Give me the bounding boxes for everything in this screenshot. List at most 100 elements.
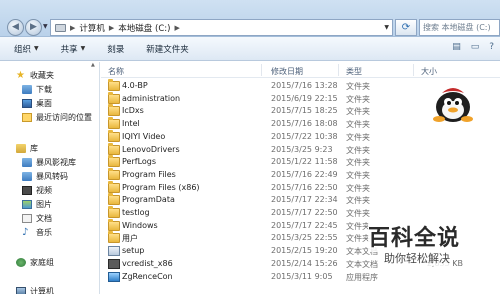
table-row[interactable]: IQIYI Video 2015/7/22 10:38 文件夹 [101, 129, 500, 143]
nav-scroll-up-icon[interactable]: ▲ [91, 62, 99, 70]
back-button[interactable]: ◀ [7, 19, 24, 36]
table-row[interactable]: Program Files 2015/7/16 22:49 文件夹 [101, 167, 500, 181]
file-type-cell: 文件夹 [346, 234, 370, 244]
column-header-row: 名称 修改日期 类型 大小 [101, 62, 500, 78]
file-type-cell: 文件夹 [346, 107, 370, 117]
nav-desktop-label: 桌面 [36, 98, 52, 108]
table-row[interactable]: LenovoDrivers 2015/3/25 9:23 文件夹 [101, 142, 500, 156]
breadcrumb-local-disk[interactable]: 本地磁盘 (C:) [118, 22, 170, 34]
preview-pane-icon[interactable]: ▭ [471, 42, 480, 52]
file-name-cell: Program Files (x86) [122, 182, 200, 192]
chevron-down-icon: ▼ [80, 45, 86, 52]
nav-lib-baofeng-convert[interactable]: 暴风转码 [22, 170, 68, 182]
table-row[interactable]: Program Files (x86) 2015/7/16 22:50 文件夹 [101, 180, 500, 194]
file-date-cell: 2015/7/16 22:49 [271, 169, 338, 179]
desktop-icon [22, 98, 32, 108]
organize-button[interactable]: 组织 ▼ [14, 43, 39, 55]
file-type-cell: 文件夹 [346, 158, 370, 168]
file-date-cell: 2015/3/11 9:05 [271, 271, 333, 281]
file-type-cell: 文件夹 [346, 120, 370, 130]
table-row[interactable]: ZgRenceCon 2015/3/11 9:05 应用程序 [101, 271, 500, 283]
file-name-cell: vcredist_x86 [122, 258, 173, 268]
file-type-cell: 文件夹 [346, 170, 370, 180]
column-divider[interactable] [413, 64, 414, 76]
recent-pages-dropdown-icon[interactable]: ▼ [43, 23, 48, 30]
music-note-icon: ♪ [22, 226, 29, 238]
downloads-folder-icon [22, 84, 32, 94]
toolbar-right-icons: ▤ ▭ ? [452, 42, 494, 52]
breadcrumb-separator-icon: ▶ [174, 23, 180, 32]
file-type-cell: 文件夹 [346, 221, 370, 231]
nav-libraries-label: 库 [30, 143, 38, 153]
nav-lib-music[interactable]: ♪ 音乐 [22, 226, 52, 238]
column-divider[interactable] [338, 64, 339, 76]
folder-icon [108, 91, 120, 104]
forward-button[interactable]: ▶ [25, 19, 42, 36]
folder-icon [108, 104, 120, 117]
nav-libraries[interactable]: 库 [16, 142, 38, 154]
file-date-cell: 2015/3/25 9:23 [271, 144, 333, 154]
nav-computer[interactable]: 计算机 [16, 285, 54, 294]
star-icon: ★ [16, 69, 25, 81]
nav-lib-pictures-label: 图片 [36, 199, 52, 209]
column-date-header[interactable]: 修改日期 [271, 66, 303, 77]
file-date-cell: 2015/7/16 22:50 [271, 182, 338, 192]
penguin-mascot-icon [433, 88, 473, 122]
file-name-cell: Windows [122, 220, 158, 230]
burn-button[interactable]: 刻录 [107, 43, 124, 55]
file-name-cell: testlog [122, 208, 150, 217]
nav-lib-documents[interactable]: 文档 [22, 212, 52, 224]
folder-icon [108, 142, 120, 155]
file-type-cell: 文件夹 [346, 209, 370, 218]
file-name-cell: setup [122, 246, 145, 256]
nav-lib-video[interactable]: 视频 [22, 184, 52, 196]
view-options-icon[interactable]: ▤ [452, 42, 461, 52]
table-row[interactable]: testlog 2015/7/17 22:50 文件夹 [101, 206, 500, 219]
nav-homegroup[interactable]: 家庭组 [16, 256, 54, 268]
nav-lib-baofeng-video[interactable]: 暴风影视库 [22, 156, 76, 168]
new-folder-button[interactable]: 新建文件夹 [146, 43, 189, 55]
folder-icon [108, 180, 120, 193]
address-input[interactable]: ▶ 计算机 ▶ 本地磁盘 (C:) ▶ ▼ [50, 19, 393, 36]
search-input[interactable]: 搜索 本地磁盘 (C:) [419, 19, 500, 36]
file-name-cell: PerfLogs [122, 157, 157, 167]
refresh-button[interactable]: ⟳ [395, 19, 417, 36]
column-divider[interactable] [261, 64, 262, 76]
column-name-header[interactable]: 名称 [108, 66, 124, 77]
library-icon [16, 143, 26, 153]
help-icon[interactable]: ? [489, 42, 494, 52]
file-date-cell: 2015/7/16 18:08 [271, 119, 338, 129]
file-name-cell: 4.0-BP [122, 81, 148, 90]
table-row[interactable]: PerfLogs 2015/1/22 11:58 文件夹 [101, 155, 500, 168]
nav-downloads[interactable]: 下载 [22, 83, 52, 95]
folder-icon [108, 129, 120, 142]
nav-desktop[interactable]: 桌面 [22, 97, 52, 109]
video-library-icon [22, 157, 32, 167]
file-date-cell: 2015/6/19 22:15 [271, 93, 338, 103]
nav-homegroup-label: 家庭组 [30, 257, 54, 267]
file-date-cell: 2015/2/14 15:26 [271, 258, 338, 268]
file-icon [108, 271, 120, 282]
watermark-subtitle: 助你轻松解决 [384, 250, 450, 266]
breadcrumb-computer[interactable]: 计算机 [79, 22, 105, 34]
nav-lib-pictures[interactable]: 图片 [22, 198, 52, 210]
organize-label: 组织 [14, 44, 32, 55]
address-history-chevron-icon[interactable]: ▼ [384, 24, 389, 31]
nav-recent-places[interactable]: 最近访问的位置 [22, 111, 92, 123]
file-type-cell: 文件夹 [346, 196, 370, 206]
column-type-header[interactable]: 类型 [346, 66, 362, 77]
nav-lib-music-label: 音乐 [36, 227, 52, 237]
watermark-title: 百科全说 [368, 220, 461, 252]
nav-computer-label: 计算机 [30, 286, 54, 294]
file-name-cell: administration [122, 93, 181, 103]
column-size-header[interactable]: 大小 [421, 66, 437, 77]
file-date-cell: 2015/7/17 22:50 [271, 208, 338, 217]
navigation-pane: ★ 收藏夹 下载 桌面 最近访问的位置 库 暴风影视库 暴风转码 视频 图片 文… [0, 62, 100, 294]
file-type-cell: 文件夹 [346, 94, 370, 104]
file-type-cell: 文件夹 [346, 82, 370, 91]
nav-favorites[interactable]: ★ 收藏夹 [16, 69, 54, 81]
file-name-cell: Intel [122, 119, 140, 129]
file-name-cell: 用户 [122, 234, 138, 244]
table-row[interactable]: ProgramData 2015/7/17 22:34 文件夹 [101, 193, 500, 206]
share-button[interactable]: 共享 ▼ [61, 43, 86, 55]
